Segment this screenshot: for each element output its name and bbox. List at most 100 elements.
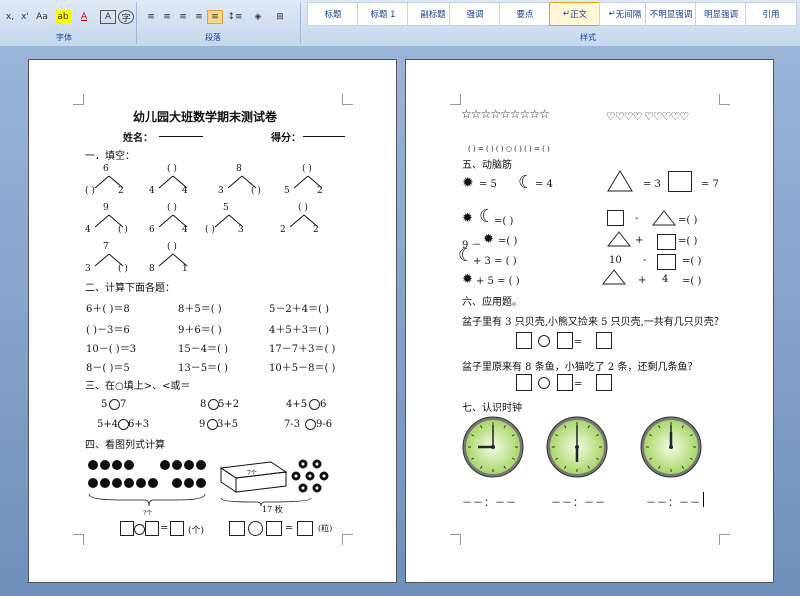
triangle-icon [652,210,676,226]
compare-circle[interactable] [109,399,120,410]
tree-left: 4 [149,186,155,196]
tree-top: ( ) [167,242,177,252]
operator-circle[interactable] [538,335,550,347]
char-border-button[interactable]: A [100,10,116,24]
picture-problem-art [88,459,329,507]
crop-mark [719,94,730,105]
tree-branches [293,175,323,189]
style-intense-emphasis[interactable]: 明显强调 [695,2,747,26]
answer-box[interactable] [266,521,282,536]
tree-right: ( ) [251,186,261,196]
section-2-heading: 二、计算下面各题： [85,283,175,294]
operator-circle[interactable] [538,377,550,389]
style-heading1[interactable]: 标题 1 [357,2,409,26]
superscript-button[interactable]: x' [17,10,33,24]
answer-box[interactable] [170,521,184,536]
enclose-char-button[interactable]: 字 [118,10,134,24]
calc-item: 8－( )＝5 [86,363,130,374]
style-heading[interactable]: 标题 [307,2,359,26]
answer-box[interactable] [596,374,612,391]
stars-icon: ☆☆☆☆☆☆☆☆☆ [461,107,550,121]
shading-icon[interactable]: ◈ [248,10,268,24]
calc-item: 17－7＋3＝( ) [269,344,336,355]
decomposition-tree: ( ) 4 4 [149,164,209,202]
operator-circle[interactable] [134,524,145,535]
tree-right: 1 [182,264,188,274]
op: - [643,255,647,266]
tree-top: ( ) [167,203,177,213]
time-blank[interactable]: －－：－－ [646,494,701,509]
decomposition-tree: ( ) 8 1 [149,242,209,280]
answer-box[interactable] [516,374,532,391]
crop-mark [342,534,353,545]
compare-left: 9 [199,419,206,430]
style-emphasis[interactable]: 强调 [449,2,501,26]
ribbon-separator [136,2,137,44]
style-normal[interactable]: ↵ 正文 [549,2,601,26]
style-subtle-emphasis[interactable]: 不明显强调 [645,2,697,26]
align-right-icon[interactable]: ≡ [175,10,191,24]
answer-box[interactable] [297,521,313,536]
highlight-button[interactable]: ab [55,10,71,24]
decomposition-tree: ( ) 6 4 [149,203,209,241]
answer-box[interactable] [557,332,573,349]
crop-mark [450,534,461,545]
question-1: 盆子里有 3 只贝壳,小熊又捡来 5 只贝壳,一共有几只贝壳？ [462,317,724,328]
sun-value: = 5 [479,179,497,190]
decomposition-tree: ( ) 5 2 [284,164,344,202]
tree-right: 4 [182,186,188,196]
square-icon [668,171,692,192]
compare-circle[interactable] [309,399,320,410]
align-left-icon[interactable]: ≡ [143,10,159,24]
align-center-icon[interactable]: ≡ [159,10,175,24]
tree-top: 7 [103,242,109,252]
answer-slot: =( ) [494,216,514,227]
moon-value: = 4 [535,179,553,190]
distributed-icon[interactable]: ≡ [207,10,223,24]
triangle-icon [607,231,631,247]
tree-top: ( ) [298,203,308,213]
crop-mark [342,94,353,105]
answer-slot: =( ) [682,256,702,267]
answer-slot: =( ) [498,236,518,247]
number: 10 [609,255,622,266]
style-strong[interactable]: 要点 [499,2,551,26]
style-quote[interactable]: 引用 [745,2,797,26]
expr: + 5 = ( ) [476,276,520,287]
font-group-label: 字体 [56,33,72,42]
change-case-button[interactable]: Aa [33,10,51,24]
brace-label: 17 枚 [262,505,283,514]
answer-box[interactable] [120,521,134,536]
compare-right: 5+2 [218,399,240,410]
square-value: = 7 [701,179,719,190]
tree-top: 5 [223,203,229,213]
answer-box[interactable] [229,521,245,536]
equals-sign: = [285,523,294,534]
square-icon [657,254,676,270]
operator-circle[interactable] [248,521,263,536]
score-label: 得分： [271,133,301,144]
style-no-spacing-label: 无间隔 [615,10,642,20]
calc-item: ( )－3＝6 [86,325,130,336]
borders-icon[interactable]: ⊞ [270,10,290,24]
answer-box[interactable] [557,374,573,391]
font-color-button[interactable]: A [76,10,92,24]
tree-left: 2 [280,225,286,235]
answer-box[interactable] [516,332,532,349]
line-spacing-icon[interactable]: ↕≡ [225,10,245,24]
justify-icon[interactable]: ≡ [191,10,207,24]
calc-item: 13－5＝( ) [178,363,229,374]
section-1-heading: 一．填空： [85,151,135,162]
calc-item: 5－2＋4＝( ) [269,304,330,315]
answer-box[interactable] [596,332,612,349]
style-no-spacing[interactable]: ↵ 无间隔 [599,2,651,26]
name-label: 姓名： [123,133,153,144]
answer-box[interactable] [145,521,159,536]
time-blank[interactable]: －－：－－ [551,494,606,509]
tree-top: ( ) [167,164,177,174]
sun-icon: ✹ [483,232,494,247]
time-blank[interactable]: －－：－－ [462,494,517,509]
subscript-button[interactable]: x, [2,10,18,24]
square-icon [657,234,676,250]
compare-circle[interactable] [305,419,316,430]
